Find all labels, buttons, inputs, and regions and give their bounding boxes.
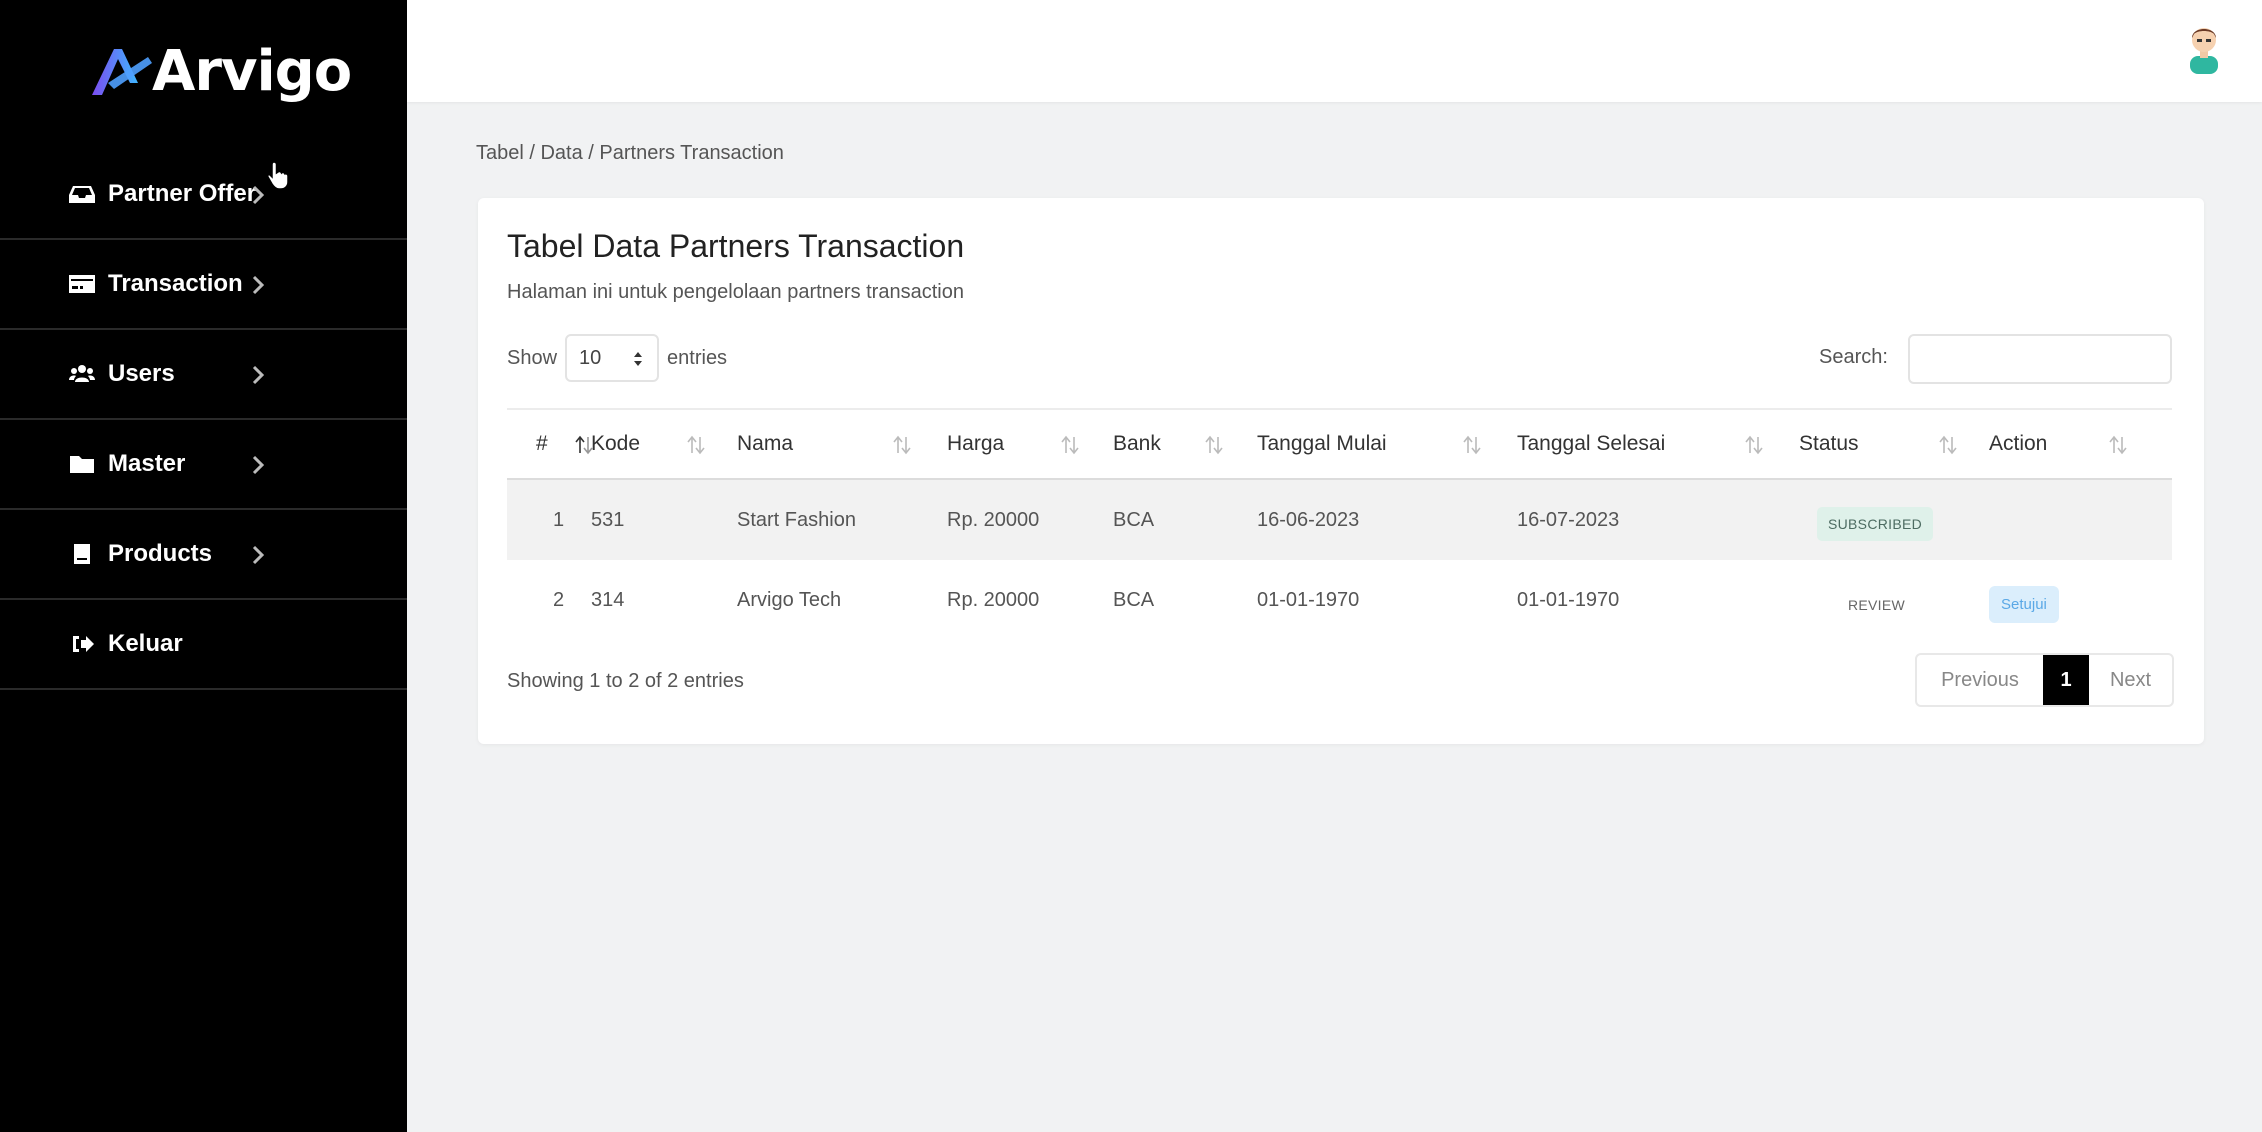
chevron-right-icon	[250, 184, 266, 206]
cell-no: 1	[553, 508, 565, 531]
breadcrumb: Tabel / Data / Partners Transaction	[476, 142, 784, 164]
cell-no: 2	[553, 589, 565, 611]
chevron-right-icon	[250, 544, 266, 566]
users-icon	[68, 362, 96, 386]
sort-icon	[1939, 434, 1957, 456]
arvigo-logo-icon	[92, 49, 152, 95]
brand-logo[interactable]: Arvigo	[88, 36, 352, 106]
data-card: Tabel Data Partners Transaction Halaman …	[478, 198, 2204, 744]
select-arrows-icon	[634, 352, 643, 366]
cell-harga: Rp. 20000	[947, 589, 1040, 611]
table-row: 1 531 Start Fashion Rp. 20000 BCA 16-06-…	[507, 479, 2172, 560]
credit-card-icon	[68, 272, 96, 296]
sidebar-item-partner-offer[interactable]: Partner Offer	[0, 150, 407, 240]
cell-kode: 314	[591, 589, 625, 611]
sort-icon	[2109, 434, 2127, 456]
table-row: 2 314 Arvigo Tech Rp. 20000 BCA 01-01-19…	[507, 560, 2172, 641]
sidebar-item-transaction[interactable]: Transaction	[0, 240, 407, 330]
table-header-row: # Kode Nama Harga Bank Tanggal Mulai Tan…	[507, 409, 2172, 479]
cell-tanggal-selesai: 16-07-2023	[1517, 508, 1620, 531]
sort-icon	[893, 434, 911, 456]
cell-status: SUBSCRIBED	[1799, 479, 1989, 560]
book-icon	[68, 542, 96, 566]
show-label: Show	[507, 346, 558, 369]
column-header-tanggal-selesai[interactable]: Tanggal Selesai	[1517, 409, 1799, 479]
transactions-table: # Kode Nama Harga Bank Tanggal Mulai Tan…	[507, 408, 2172, 641]
sort-icon	[1745, 434, 1763, 456]
cell-tanggal-mulai: 16-06-2023	[1257, 508, 1360, 531]
pagination-next-button[interactable]: Next	[2089, 655, 2172, 705]
sidebar-item-label: Keluar	[108, 630, 183, 657]
pagination: Previous 1 Next	[1915, 653, 2174, 707]
page-size-select[interactable]: 10	[565, 334, 660, 382]
cell-nama: Start Fashion	[737, 508, 856, 531]
column-header-bank[interactable]: Bank	[1113, 409, 1257, 479]
folder-icon	[68, 452, 96, 476]
page-size-control: Show 10 entries	[507, 334, 727, 382]
chevron-right-icon	[250, 454, 266, 476]
status-badge: SUBSCRIBED	[1817, 507, 1934, 541]
cell-harga: Rp. 20000	[947, 508, 1040, 531]
column-header-nama[interactable]: Nama	[737, 409, 947, 479]
chevron-right-icon	[250, 364, 266, 386]
cell-bank: BCA	[1113, 589, 1155, 611]
page-subtitle: Halaman ini untuk pengelolaan partners t…	[507, 281, 964, 303]
sidebar-item-label: Master	[108, 450, 186, 477]
brand-name: Arvigo	[152, 38, 352, 104]
cell-status: REVIEW	[1799, 560, 1989, 641]
status-badge: REVIEW	[1848, 597, 1906, 613]
column-header-tanggal-mulai[interactable]: Tanggal Mulai	[1257, 409, 1517, 479]
sidebar-item-label: Users	[108, 360, 175, 387]
sidebar-nav: Partner Offer Transaction Users Master P…	[0, 150, 407, 690]
column-header-no[interactable]: #	[507, 409, 593, 479]
sort-icon	[1205, 434, 1223, 456]
page-size-value: 10	[579, 346, 602, 369]
search-label: Search:	[1819, 346, 1888, 368]
sidebar-item-master[interactable]: Master	[0, 420, 407, 510]
sidebar-item-products[interactable]: Products	[0, 510, 407, 600]
cell-action: Setujui	[1989, 560, 2172, 641]
sort-icon	[687, 434, 705, 456]
mouse-pointer-icon	[266, 161, 289, 190]
sidebar: Arvigo Partner Offer Transaction Users M…	[0, 0, 407, 1132]
top-bar	[407, 0, 2262, 102]
column-header-harga[interactable]: Harga	[947, 409, 1113, 479]
avatar[interactable]	[2184, 20, 2224, 74]
search-input[interactable]	[1908, 334, 2172, 384]
sidebar-item-label: Products	[108, 540, 213, 567]
sort-icon	[1463, 434, 1481, 456]
table-info: Showing 1 to 2 of 2 entries	[507, 670, 744, 692]
pagination-page-1[interactable]: 1	[2043, 655, 2089, 705]
sort-icon	[1061, 434, 1079, 456]
sidebar-item-label: Partner Offer	[108, 180, 257, 207]
column-header-kode[interactable]: Kode	[591, 409, 737, 479]
approve-button[interactable]: Setujui	[1989, 586, 2059, 623]
cell-tanggal-mulai: 01-01-1970	[1257, 589, 1360, 611]
page-title: Tabel Data Partners Transaction	[507, 228, 965, 264]
column-header-status[interactable]: Status	[1799, 409, 1989, 479]
chevron-right-icon	[250, 274, 266, 296]
inbox-icon	[68, 182, 96, 206]
sidebar-item-label: Transaction	[108, 270, 243, 297]
cell-action	[1989, 479, 2172, 560]
cell-bank: BCA	[1113, 508, 1155, 531]
column-header-action[interactable]: Action	[1989, 409, 2172, 479]
pagination-previous-button[interactable]: Previous	[1917, 655, 2043, 705]
cell-kode: 531	[591, 508, 625, 531]
sidebar-item-users[interactable]: Users	[0, 330, 407, 420]
cell-nama: Arvigo Tech	[737, 589, 842, 611]
cell-tanggal-selesai: 01-01-1970	[1517, 589, 1620, 611]
entries-label: entries	[667, 346, 728, 369]
sidebar-item-keluar[interactable]: Keluar	[0, 600, 407, 690]
logout-icon	[68, 632, 96, 656]
